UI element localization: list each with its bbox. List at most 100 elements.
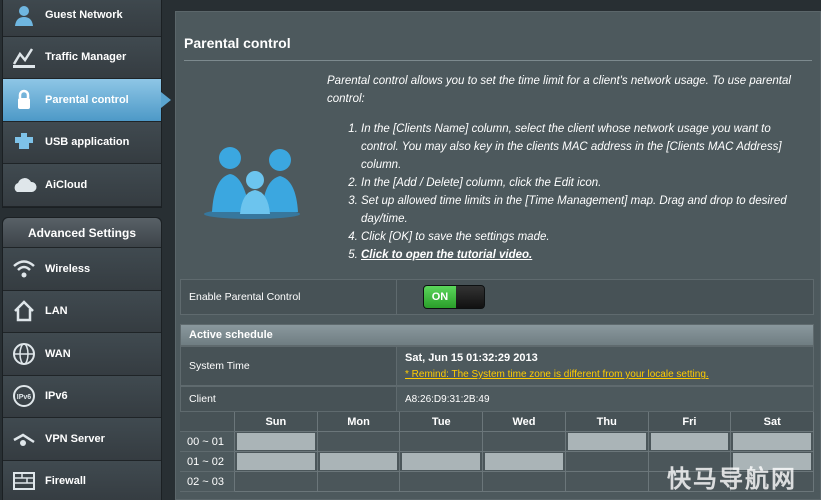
sidebar-item-traffic-manager[interactable]: Traffic Manager	[3, 36, 161, 79]
sidebar-item-label: IPv6	[45, 390, 68, 403]
intro-text: Parental control allows you to set the t…	[327, 72, 807, 264]
day-header-thu: Thu	[565, 412, 649, 432]
schedule-cell-sun[interactable]	[235, 472, 318, 492]
empty-time-block	[485, 473, 563, 490]
day-header-fri: Fri	[648, 412, 732, 432]
parental-control-icon	[11, 87, 37, 113]
allowed-time-block	[237, 433, 315, 450]
allowed-time-block	[237, 453, 315, 470]
schedule-cell-mon[interactable]	[317, 452, 401, 472]
parental-control-toggle[interactable]: ON	[423, 285, 485, 309]
sidebar-item-lan[interactable]: LAN	[3, 290, 161, 333]
watermark: 快马导航网	[667, 465, 797, 493]
sidebar-item-label: LAN	[45, 305, 68, 318]
day-header-sun: Sun	[235, 412, 318, 432]
lan-icon	[11, 298, 37, 324]
schedule-cell-wed[interactable]	[483, 452, 566, 472]
empty-time-block	[485, 433, 563, 450]
sidebar-item-parental-control[interactable]: Parental control	[3, 79, 171, 122]
timezone-remind-link[interactable]: * Remind: The System time zone is differ…	[405, 369, 813, 380]
day-header-wed: Wed	[483, 412, 566, 432]
sidebar-item-ipv6[interactable]: IPv6 IPv6	[3, 375, 161, 418]
schedule-cell-thu[interactable]	[565, 452, 649, 472]
schedule-cell-wed[interactable]	[483, 432, 566, 452]
page-title: Parental control	[184, 35, 291, 51]
sidebar-item-firewall[interactable]: Firewall	[3, 460, 161, 500]
traffic-manager-icon	[11, 44, 37, 70]
allowed-time-block	[485, 453, 563, 470]
empty-time-block	[402, 473, 480, 490]
system-time-value-cell: Sat, Jun 15 01:32:29 2013 * Remind: The …	[397, 347, 813, 385]
allowed-time-block	[733, 433, 812, 450]
empty-time-block	[320, 473, 398, 490]
schedule-cell-fri[interactable]	[648, 432, 732, 452]
sidebar: Guest Network Traffic Manager Parental con…	[0, 0, 171, 500]
time-slot-label: 01 ~ 02	[180, 452, 235, 472]
sidebar-item-label: Parental control	[45, 93, 129, 106]
steps-list: In the [Clients Name] column, select the…	[327, 120, 807, 264]
step-item: In the [Clients Name] column, select the…	[361, 120, 807, 174]
sidebar-item-aicloud[interactable]: AiCloud	[3, 164, 161, 207]
general-menu: Guest Network Traffic Manager Parental con…	[2, 0, 171, 208]
system-time-value: Sat, Jun 15 01:32:29 2013	[405, 352, 538, 364]
day-header-mon: Mon	[317, 412, 401, 432]
system-time-row: System Time Sat, Jun 15 01:32:29 2013 * …	[180, 346, 814, 386]
day-header-tue: Tue	[400, 412, 484, 432]
allowed-time-block	[567, 433, 646, 450]
step-item: Click [OK] to save the settings made.	[361, 228, 807, 246]
schedule-cell-thu[interactable]	[565, 472, 649, 492]
client-label: Client	[181, 387, 397, 411]
empty-time-block	[568, 453, 646, 470]
aicloud-icon	[11, 172, 37, 198]
title-divider	[184, 60, 812, 61]
toggle-knob	[456, 286, 484, 308]
schedule-cell-mon[interactable]	[317, 432, 401, 452]
active-schedule-header: Active schedule	[180, 324, 814, 346]
client-row: Client A8:26:D9:31:2B:49	[180, 386, 814, 412]
sidebar-item-guest-network[interactable]: Guest Network	[3, 0, 161, 37]
step-item: Click to open the tutorial video.	[361, 246, 807, 264]
allowed-time-block	[319, 453, 398, 470]
guest-network-icon	[11, 2, 37, 28]
schedule-cell-wed[interactable]	[483, 472, 566, 492]
sidebar-item-label: Wireless	[45, 262, 91, 275]
schedule-cell-sun[interactable]	[235, 452, 318, 472]
sidebar-item-label: AiCloud	[45, 178, 88, 191]
toggle-on-label: ON	[424, 286, 456, 308]
schedule-cell-tue[interactable]	[400, 452, 484, 472]
schedule-cell-mon[interactable]	[317, 472, 401, 492]
allowed-time-block	[650, 433, 729, 450]
sidebar-item-label: USB application	[45, 136, 130, 149]
sidebar-item-label: Traffic Manager	[45, 51, 127, 64]
schedule-cell-sun[interactable]	[235, 432, 318, 452]
schedule-cell-sat[interactable]	[731, 432, 815, 452]
system-time-label: System Time	[181, 347, 397, 385]
sidebar-item-usb-application[interactable]: USB application	[3, 121, 161, 164]
tutorial-link[interactable]: Click to open the tutorial video.	[361, 249, 532, 261]
schedule-row: 00 ~ 01	[180, 432, 815, 452]
sidebar-item-vpn-server[interactable]: VPN Server	[3, 418, 161, 461]
empty-time-block	[320, 433, 398, 450]
sidebar-item-label: WAN	[45, 347, 71, 360]
sidebar-item-wan[interactable]: WAN	[3, 333, 161, 376]
schedule-cell-tue[interactable]	[400, 472, 484, 492]
empty-time-block	[402, 433, 480, 450]
intro-paragraph: Parental control allows you to set the t…	[327, 75, 791, 105]
enable-parental-row: Enable Parental Control ON	[180, 279, 814, 315]
step-item: Set up allowed time limits in the [Time …	[361, 192, 807, 228]
day-header-sat: Sat	[731, 412, 815, 432]
advanced-settings-header: Advanced Settings	[3, 218, 161, 248]
sidebar-item-wireless[interactable]: Wireless	[3, 248, 161, 291]
usb-application-icon	[11, 129, 37, 155]
time-slot-label: 02 ~ 03	[180, 472, 235, 492]
ipv6-icon: IPv6	[11, 383, 37, 409]
sidebar-item-label: Firewall	[45, 475, 86, 488]
vpn-server-icon	[11, 426, 37, 452]
main-panel: Parental control Parental control allows…	[175, 11, 821, 500]
time-slot-label: 00 ~ 01	[180, 432, 235, 452]
schedule-cell-thu[interactable]	[565, 432, 649, 452]
empty-time-block	[237, 473, 315, 490]
schedule-cell-tue[interactable]	[400, 432, 484, 452]
advanced-menu: Advanced Settings Wireless LAN WAN IPv6 IPv6…	[2, 217, 162, 500]
sidebar-item-label: Guest Network	[45, 8, 123, 21]
